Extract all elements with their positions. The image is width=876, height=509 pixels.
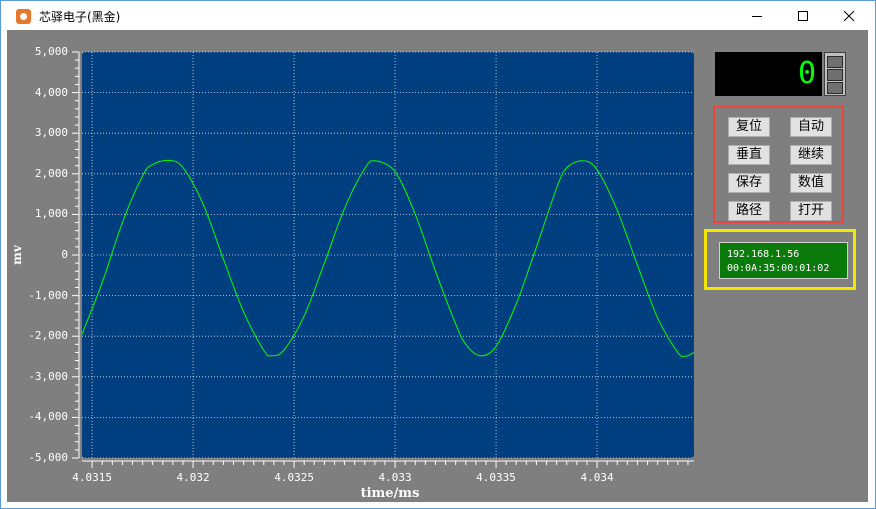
save-button[interactable]: 保存 (728, 173, 770, 193)
x-tick-label: 4.033 (378, 471, 412, 484)
resume-button[interactable]: 继续 (790, 145, 832, 165)
network-info-display: 192.168.1.56 00:0A:35:00:01:02 (719, 242, 848, 279)
counter-display: 0 (715, 52, 822, 96)
reset-button[interactable]: 复位 (728, 117, 770, 137)
y-axis-title: mv (10, 245, 24, 265)
x-axis-title: time/ms (360, 486, 420, 501)
y-tick-label: 4,000 (34, 85, 68, 99)
y-tick-label: -4,000 (28, 410, 68, 424)
path-button[interactable]: 路径 (728, 201, 770, 221)
x-tick-label: 4.0325 (274, 471, 314, 484)
auto-button[interactable]: 自动 (790, 117, 832, 137)
y-tick-label: 2,000 (34, 166, 68, 180)
y-tick-label: 3,000 (34, 126, 68, 140)
network-info-panel: 192.168.1.56 00:0A:35:00:01:02 (704, 229, 856, 290)
x-tick-label: 4.0315 (72, 471, 112, 484)
spinner-down-segment[interactable] (827, 82, 843, 94)
x-tick-label: 4.0335 (476, 471, 516, 484)
open-button[interactable]: 打开 (790, 201, 832, 221)
y-tick-label: -3,000 (28, 369, 68, 383)
y-tick-label: 5,000 (34, 45, 68, 58)
counter-value: 0 (797, 56, 816, 91)
mac-address: 00:0A:35:00:01:02 (727, 263, 830, 274)
y-tick-label: 1,000 (34, 207, 68, 221)
y-tick-label: -2,000 (28, 329, 68, 343)
y-tick-label: -5,000 (28, 451, 68, 464)
spinner-middle-segment[interactable] (827, 69, 843, 81)
counter-spinner[interactable] (824, 52, 846, 96)
spinner-up-segment[interactable] (827, 56, 843, 68)
x-tick-label: 4.034 (580, 471, 614, 484)
values-button[interactable]: 数值 (790, 173, 832, 193)
y-tick-label: -1,000 (28, 288, 68, 302)
x-tick-label: 4.032 (176, 471, 210, 484)
ip-address: 192.168.1.56 (727, 249, 800, 260)
vertical-button[interactable]: 垂直 (728, 145, 770, 165)
